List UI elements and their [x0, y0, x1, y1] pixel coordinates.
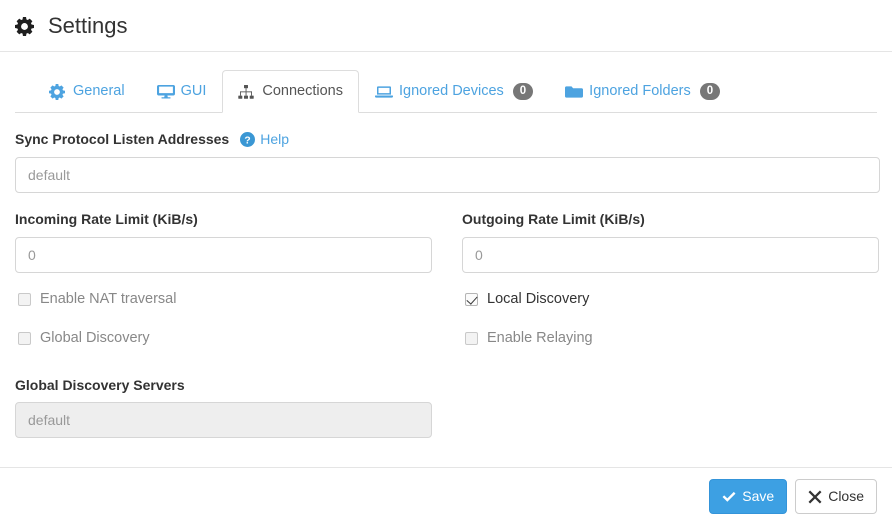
modal-footer: Save Close	[0, 467, 892, 525]
tab-connections[interactable]: Connections	[222, 70, 359, 113]
page-title-text: Settings	[48, 15, 128, 37]
nat-traversal-label: Enable NAT traversal	[40, 291, 176, 308]
gear-icon	[15, 17, 34, 36]
listen-addresses-group: Sync Protocol Listen Addresses ? Help	[15, 131, 877, 193]
rate-limits-row: Incoming Rate Limit (KiB/s) Outgoing Rat…	[15, 211, 877, 273]
tab-ignored-devices[interactable]: Ignored Devices 0	[359, 70, 549, 113]
connection-options-left: Enable NAT traversal Global Discovery	[15, 287, 432, 365]
listen-addresses-label: Sync Protocol Listen Addresses	[15, 131, 229, 148]
tab-gui-item: GUI	[141, 70, 223, 113]
gear-icon	[49, 84, 66, 100]
incoming-rate-label: Incoming Rate Limit (KiB/s)	[15, 211, 432, 228]
listen-addresses-input[interactable]	[15, 157, 880, 193]
global-discovery-checkbox[interactable]	[18, 332, 31, 345]
tab-ignored-folders-label: Ignored Folders	[589, 81, 691, 102]
tab-general-label: General	[73, 81, 125, 102]
page-title: Settings	[15, 15, 128, 37]
enable-relaying-checkbox[interactable]	[465, 332, 478, 345]
tab-ignored-devices-label: Ignored Devices	[399, 81, 504, 102]
tab-connections-label: Connections	[262, 81, 343, 102]
tab-general-item: General	[33, 70, 141, 113]
checkbox-row-nat-traversal[interactable]: Enable NAT traversal	[15, 287, 432, 313]
laptop-icon	[375, 84, 392, 100]
save-button-label: Save	[742, 487, 774, 507]
settings-modal: Settings General	[0, 0, 892, 525]
checkbox-row-enable-relaying[interactable]: Enable Relaying	[462, 326, 879, 352]
help-link-label: Help	[260, 131, 289, 147]
settings-tabs: General GUI	[15, 68, 877, 113]
connection-options-row: Enable NAT traversal Global Discovery Lo…	[15, 287, 877, 365]
sitemap-icon	[238, 84, 255, 100]
modal-header: Settings	[0, 0, 892, 52]
nat-traversal-checkbox[interactable]	[18, 293, 31, 306]
global-discovery-servers-label: Global Discovery Servers	[15, 377, 877, 394]
help-link[interactable]: ? Help	[240, 131, 289, 147]
save-button[interactable]: Save	[709, 479, 787, 515]
global-discovery-label: Global Discovery	[40, 330, 150, 347]
times-icon	[808, 490, 822, 504]
connections-form: Sync Protocol Listen Addresses ? Help	[15, 131, 877, 438]
checkbox-row-local-discovery[interactable]: Local Discovery	[462, 287, 879, 313]
outgoing-rate-label: Outgoing Rate Limit (KiB/s)	[462, 211, 879, 228]
tab-connections-item: Connections	[222, 70, 359, 113]
tab-gui[interactable]: GUI	[141, 70, 223, 113]
tab-ignored-folders[interactable]: Ignored Folders 0	[549, 70, 736, 113]
tab-gui-label: GUI	[181, 81, 207, 102]
outgoing-rate-input[interactable]	[462, 237, 879, 273]
incoming-rate-group: Incoming Rate Limit (KiB/s)	[15, 211, 432, 273]
folder-icon	[565, 84, 582, 100]
local-discovery-checkbox[interactable]	[465, 293, 478, 306]
tab-ignored-folders-item: Ignored Folders 0	[549, 70, 736, 113]
question-circle-icon: ?	[240, 132, 255, 147]
enable-relaying-label: Enable Relaying	[487, 330, 593, 347]
global-discovery-servers-input[interactable]	[15, 402, 432, 438]
connection-options-right: Local Discovery Enable Relaying	[462, 287, 879, 365]
checkbox-row-global-discovery[interactable]: Global Discovery	[15, 326, 432, 352]
close-button-label: Close	[828, 487, 864, 507]
incoming-rate-input[interactable]	[15, 237, 432, 273]
modal-body: General GUI	[0, 52, 892, 463]
outgoing-rate-group: Outgoing Rate Limit (KiB/s)	[462, 211, 879, 273]
global-discovery-servers-group: Global Discovery Servers	[15, 377, 877, 439]
status-badge: 0	[700, 83, 720, 101]
tab-ignored-devices-item: Ignored Devices 0	[359, 70, 549, 113]
desktop-icon	[157, 84, 174, 100]
status-badge: 0	[513, 83, 533, 101]
close-button[interactable]: Close	[795, 479, 877, 515]
local-discovery-label: Local Discovery	[487, 291, 589, 308]
check-icon	[722, 490, 736, 504]
tab-general[interactable]: General	[33, 70, 141, 113]
svg-text:?: ?	[245, 135, 251, 146]
